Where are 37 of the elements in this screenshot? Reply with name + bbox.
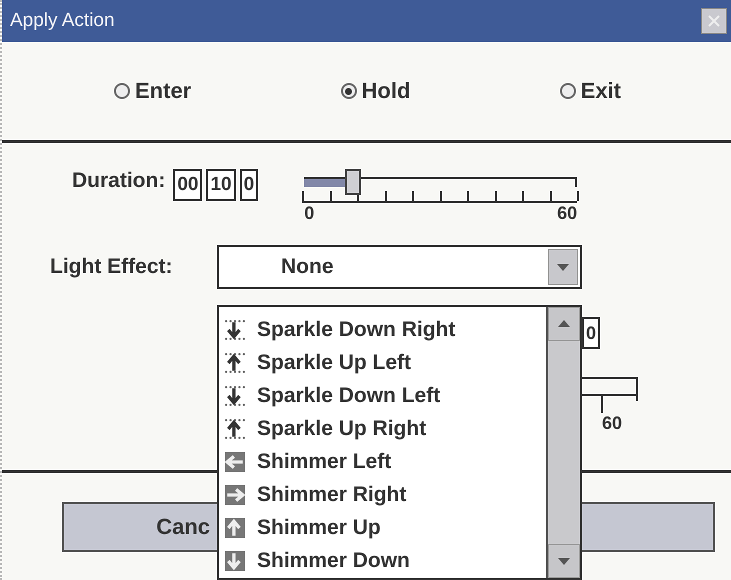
effect-option[interactable]: Sparkle Down Left xyxy=(225,379,546,412)
time-field[interactable]: 0 xyxy=(240,169,258,201)
light-effect-dropdown[interactable]: None xyxy=(217,245,582,289)
phase-radio[interactable]: Enter xyxy=(114,78,192,104)
slider-track[interactable] xyxy=(582,377,638,413)
shimmer-arrow-up-icon xyxy=(225,518,245,538)
slider-max-label: 60 xyxy=(602,413,624,434)
effect-option[interactable]: Sparkle Down Right xyxy=(225,313,546,346)
shimmer-arrow-left-icon xyxy=(225,452,245,472)
close-button[interactable] xyxy=(701,8,727,34)
duration-slider[interactable] xyxy=(302,169,578,203)
dialog-button[interactable] xyxy=(580,502,715,552)
scroll-up-button[interactable] xyxy=(548,307,580,341)
window-title: Apply Action xyxy=(10,10,115,32)
sparkle-arrow-down-icon xyxy=(225,320,245,340)
light-effect-label: Light Effect: xyxy=(49,255,174,279)
phase-radio[interactable]: Exit xyxy=(560,78,621,104)
shimmer-arrow-down-icon xyxy=(225,550,245,570)
dropdown-button[interactable] xyxy=(548,249,578,285)
slider-min-label: 0 xyxy=(304,203,314,224)
sparkle-arrow-down-icon xyxy=(225,386,245,406)
close-icon xyxy=(706,13,722,29)
time-field[interactable]: 10 xyxy=(206,169,236,201)
effect-option[interactable]: Sparkle Up Right xyxy=(225,412,546,445)
effect-option[interactable]: Sparkle Up Left xyxy=(225,346,546,379)
scroll-down-button[interactable] xyxy=(548,544,580,578)
slider-thumb[interactable] xyxy=(344,169,361,195)
sparkle-arrow-up-icon xyxy=(225,418,245,438)
scrollbar[interactable] xyxy=(546,307,580,578)
time-field[interactable]: 00 xyxy=(173,169,202,201)
duration-label: Duration: xyxy=(72,169,166,193)
shimmer-arrow-right-icon xyxy=(225,484,245,504)
sparkle-arrow-up-icon xyxy=(225,352,245,372)
effect-option[interactable]: Shimmer Left xyxy=(225,445,546,478)
time-field[interactable]: 0 xyxy=(582,317,600,349)
phase-radio[interactable]: Hold xyxy=(340,78,410,104)
slider-max-label: 60 xyxy=(557,203,578,224)
